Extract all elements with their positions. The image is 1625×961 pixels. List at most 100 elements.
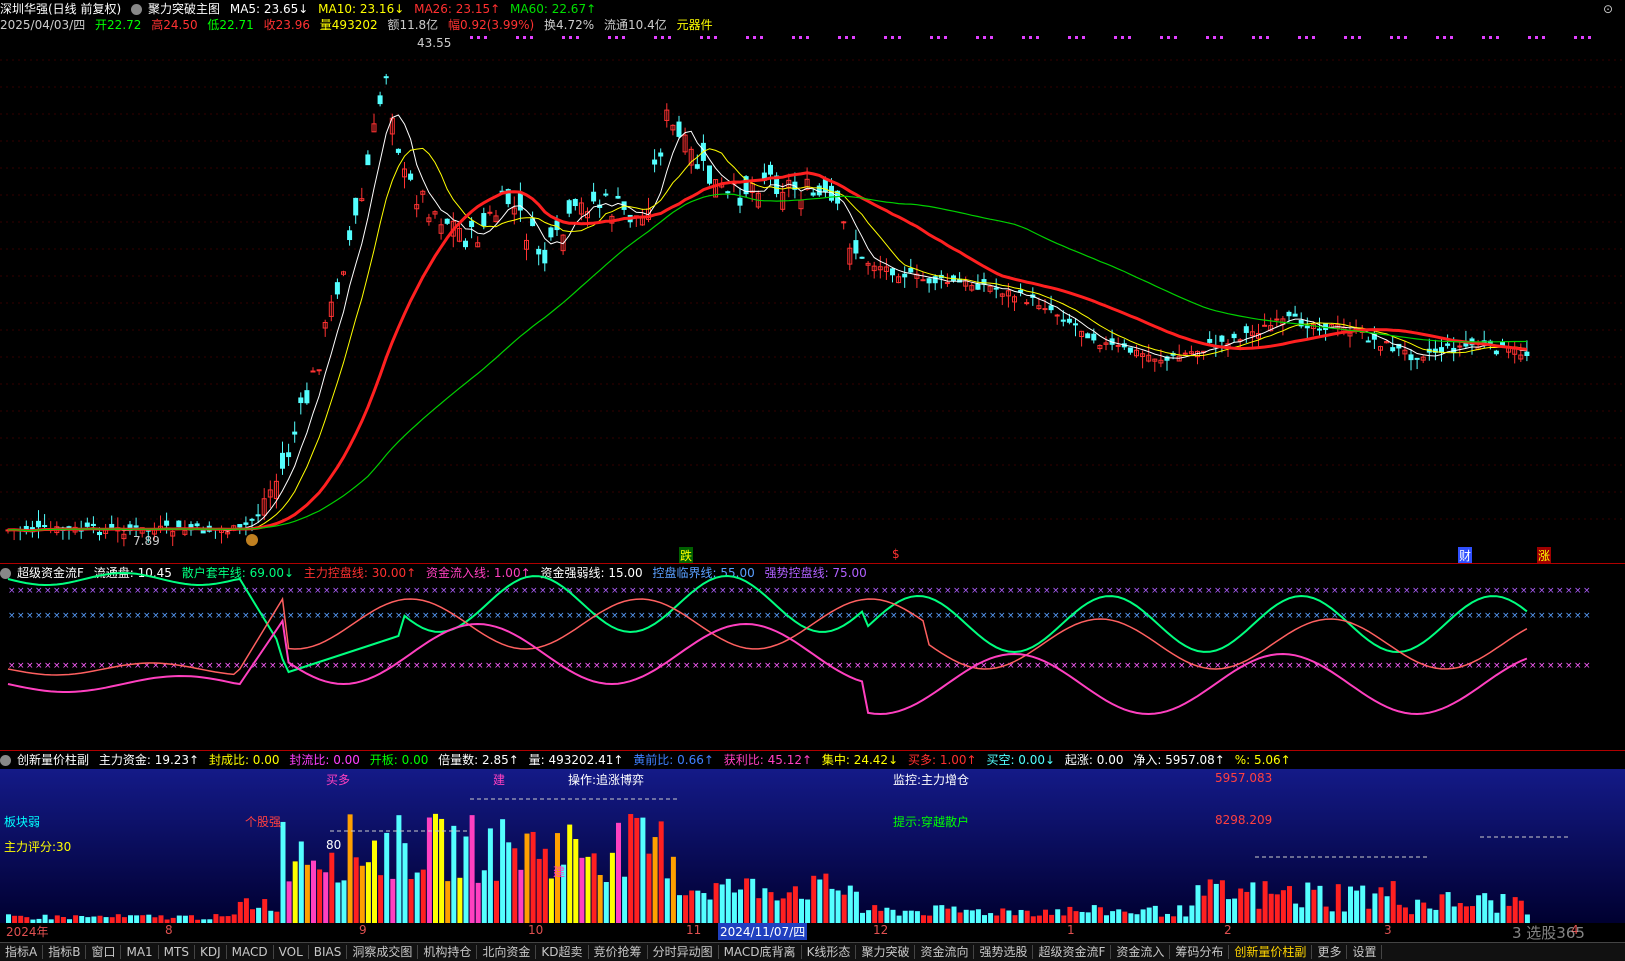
volume-bar [414, 872, 420, 923]
tab-16[interactable]: K线形态 [801, 945, 857, 959]
volume-bar [695, 890, 701, 923]
x-label-feb: 2 [1224, 923, 1232, 937]
volume-bar [677, 895, 682, 923]
x-marker: × [368, 661, 376, 671]
monitor-label: 监控:主力增仓 [893, 773, 970, 787]
tab-18[interactable]: 资金流向 [915, 945, 975, 959]
tab-22[interactable]: 筹码分布 [1170, 945, 1230, 959]
tab-25[interactable]: 设置 [1347, 945, 1383, 959]
x-marker: × [1349, 661, 1357, 671]
tab-20[interactable]: 超级资金流F [1033, 945, 1112, 959]
volume-bar [1457, 903, 1463, 923]
x-marker: × [440, 611, 448, 621]
x-marker: × [125, 611, 133, 621]
candle-body [1231, 333, 1237, 339]
build-label-2: 建 [553, 865, 566, 879]
volume-bar [42, 914, 48, 923]
volume-bar [701, 893, 707, 923]
volume-bar [1134, 914, 1140, 923]
x-marker: × [1277, 611, 1285, 621]
tab-2[interactable]: 窗口 [86, 945, 122, 959]
volume-bar [134, 915, 140, 923]
candle-body [1182, 352, 1188, 355]
tab-10[interactable]: 机构持仓 [418, 945, 478, 959]
candle-body [42, 525, 48, 528]
signal-dot [1351, 36, 1354, 39]
x-marker: × [1106, 661, 1114, 671]
signal-dot [576, 36, 579, 39]
candlestick-chart[interactable] [0, 0, 1625, 547]
x-marker: × [1295, 586, 1303, 596]
x-marker: × [1448, 586, 1456, 596]
fund-flow-chart[interactable]: × × × × × × × × × × × × × × × × × × × × × × × × × × × × × × × × × × × × × × × ×… [0, 564, 1625, 749]
x-marker: × [1565, 661, 1573, 671]
tab-6[interactable]: MACD [226, 945, 274, 959]
x-marker: × [800, 661, 808, 671]
x-marker: × [287, 611, 295, 621]
volume-bar [213, 914, 219, 923]
tab-3[interactable]: MA1 [121, 945, 159, 959]
candle-body [249, 518, 255, 521]
tab-11[interactable]: 北向资金 [477, 945, 537, 959]
volume-price-panel[interactable]: 创新量价柱副 主力资金: 19.23↑ 封成比: 0.00 封流比: 0.00 … [0, 750, 1625, 941]
x-marker: × [539, 661, 547, 671]
operation-label: 操作:追涨博弈 [568, 773, 645, 787]
tab-12[interactable]: KD超卖 [536, 945, 589, 959]
volume-bar [994, 915, 1000, 923]
x-marker: × [314, 611, 322, 621]
x-marker: × [611, 586, 619, 596]
tab-19[interactable]: 强势选股 [974, 945, 1034, 959]
tab-5[interactable]: KDJ [194, 945, 227, 959]
x-marker: × [602, 661, 610, 671]
tab-14[interactable]: 分时异动图 [647, 945, 719, 959]
x-marker: × [998, 611, 1006, 621]
tab-0[interactable]: 指标A [0, 945, 44, 959]
x-marker: × [44, 661, 52, 671]
volume-bars-chart[interactable] [0, 751, 1625, 941]
volume-bar [1305, 882, 1311, 923]
tab-8[interactable]: BIAS [308, 945, 348, 959]
x-marker: × [350, 661, 358, 671]
volume-bar [774, 900, 780, 923]
volume-bar [1171, 916, 1177, 923]
tab-21[interactable]: 资金流入 [1111, 945, 1171, 959]
x-marker: × [314, 586, 322, 596]
x-label-aug: 8 [165, 923, 173, 937]
signal-dot [1068, 36, 1071, 39]
x-marker: × [782, 586, 790, 596]
x-marker: × [467, 661, 475, 671]
volume-bar [866, 910, 872, 923]
volume-bar [1177, 905, 1183, 923]
tab-24[interactable]: 更多 [1312, 945, 1348, 959]
x-marker: × [1511, 586, 1519, 596]
tab-1[interactable]: 指标B [43, 945, 87, 959]
x-marker: × [665, 586, 673, 596]
signal-dot [562, 36, 565, 39]
tab-4[interactable]: MTS [158, 945, 195, 959]
x-label-sep: 9 [359, 923, 367, 937]
x-marker: × [1376, 611, 1384, 621]
x-marker: × [287, 586, 295, 596]
tab-7[interactable]: VOL [273, 945, 309, 959]
volume-bar [457, 877, 463, 923]
candle-body [536, 248, 542, 255]
x-marker: × [620, 586, 628, 596]
fund-flow-panel[interactable]: 超级资金流F 流通盘: 10.45 散户套牢线: 69.00↓ 主力控盘线: 3… [0, 563, 1625, 749]
x-marker: × [170, 586, 178, 596]
volume-bar [115, 914, 121, 923]
main-chart-panel[interactable]: 深圳华强(日线 前复权) 聚力突破主图 MA5: 23.65↓ MA10: 23… [0, 0, 1625, 564]
tab-17[interactable]: 聚力突破 [856, 945, 916, 959]
tab-23[interactable]: 创新量价柱副 [1229, 945, 1313, 959]
x-marker: × [1367, 611, 1375, 621]
x-marker: × [98, 586, 106, 596]
x-marker: × [404, 586, 412, 596]
tab-15[interactable]: MACD底背离 [718, 945, 802, 959]
volume-bar [317, 869, 323, 923]
tab-13[interactable]: 竞价抢筹 [588, 945, 648, 959]
indicator-tab-bar[interactable]: 指标A 指标B 窗口 MA1 MTS KDJ MACD VOL BIAS 洞察成交图 机构持仓 北向资… [0, 942, 1625, 961]
signal-dot [1344, 36, 1347, 39]
volume-bar [1024, 910, 1030, 923]
candle-body [1091, 333, 1097, 341]
tab-9[interactable]: 洞察成交图 [347, 945, 419, 959]
volume-bar [670, 856, 676, 923]
